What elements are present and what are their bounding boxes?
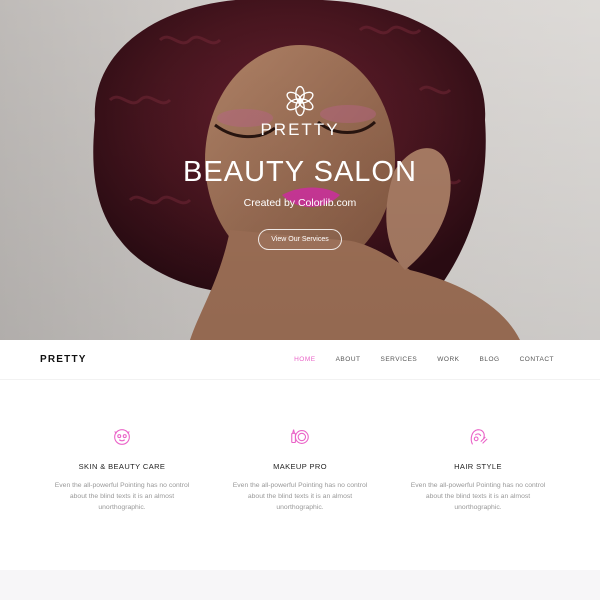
service-description: Even the all-powerful Pointing has no co…: [54, 482, 190, 511]
hero-subtitle: Created by Colorlib.com: [243, 197, 357, 209]
service-title: MAKEUP PRO: [273, 462, 327, 471]
nav-item-work[interactable]: WORK: [437, 356, 459, 363]
service-description: Even the all-powerful Pointing has no co…: [410, 482, 546, 511]
face-care-icon: [114, 429, 130, 445]
service-description: Even the all-powerful Pointing has no co…: [232, 482, 368, 511]
nav-item-home[interactable]: HOME: [294, 356, 316, 363]
makeup-icon: [291, 429, 309, 444]
services-section: SKIN & BEAUTY CARE Even the all-powerful…: [0, 380, 600, 570]
hero-content: PRETTY BEAUTY SALON Created by Colorlib.…: [0, 0, 600, 340]
hero-banner: PRETTY BEAUTY SALON Created by Colorlib.…: [0, 0, 600, 340]
service-hair-style: HAIR STYLE Even the all-powerful Pointin…: [388, 426, 568, 513]
nav-item-blog[interactable]: BLOG: [480, 356, 500, 363]
nav-logo[interactable]: PRETTY: [40, 354, 87, 365]
hero-title: BEAUTY SALON: [183, 156, 417, 188]
next-section-band: [0, 570, 600, 600]
nav-item-about[interactable]: ABOUT: [336, 356, 361, 363]
service-makeup-pro: MAKEUP PRO Even the all-powerful Pointin…: [210, 426, 390, 513]
nav-item-contact[interactable]: CONTACT: [520, 356, 554, 363]
service-title: HAIR STYLE: [454, 462, 502, 471]
flower-logo-icon: [286, 85, 314, 117]
service-skin-beauty-care: SKIN & BEAUTY CARE Even the all-powerful…: [32, 426, 212, 513]
hero-brand-name: PRETTY: [260, 120, 340, 139]
view-services-button[interactable]: View Our Services: [258, 229, 342, 250]
nav-item-services[interactable]: SERVICES: [381, 356, 418, 363]
nav-links: HOME ABOUT SERVICES WORK BLOG CONTACT: [274, 356, 554, 363]
main-navbar: PRETTY HOME ABOUT SERVICES WORK BLOG CON…: [0, 340, 600, 380]
service-title: SKIN & BEAUTY CARE: [78, 462, 166, 471]
hair-style-icon: [470, 429, 488, 445]
